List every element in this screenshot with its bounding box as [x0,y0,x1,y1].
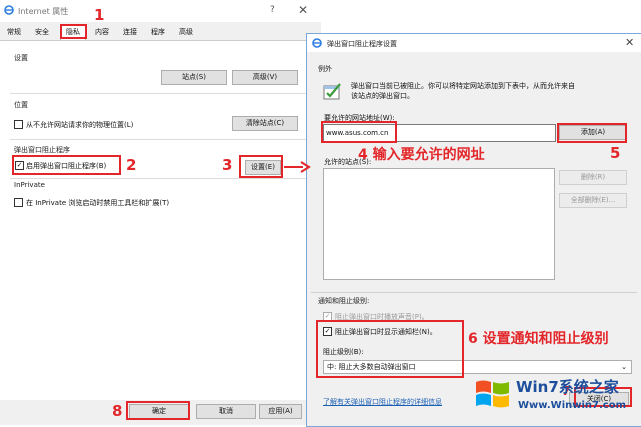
location-checkbox-label: 从不允许网站请求你的物理位置(L) [26,121,134,129]
step-1-label: 1 [94,6,105,24]
close-icon[interactable]: ✕ [625,36,634,49]
window-title: 弹出窗口阻止程序设置 [327,40,397,48]
tab-content[interactable]: 内容 [92,26,112,39]
highlight-address-input [321,121,397,143]
tab-general[interactable]: 常规 [4,26,24,39]
allowed-sites-list[interactable] [323,168,555,280]
title-bar: 弹出窗口阻止程序设置 ✕ [307,34,641,52]
inprivate-checkbox[interactable] [14,198,23,207]
watermark-brand: Win7系统之家 [516,378,619,396]
remove-all-button[interactable]: 全部删除(E)... [559,193,627,208]
highlight-notification-settings [316,320,464,378]
cancel-button[interactable]: 取消 [196,404,256,419]
highlight-add-button [557,123,627,143]
step-6-note: 6 设置通知和阻止级别 [468,331,609,347]
tab-advanced[interactable]: 高级 [176,26,196,39]
step-5-label: 5 [610,144,621,162]
close-icon[interactable]: ✕ [298,3,308,17]
sites-button[interactable]: 站点(S) [161,70,227,85]
step-4-note: 4 输入要允许的网址 [358,147,485,163]
internet-explorer-icon [312,38,322,48]
tab-strip: 常规 安全 隐私 内容 连接 程序 高级 [0,25,321,41]
advanced-button[interactable]: 高级(V) [232,70,298,85]
clear-sites-button[interactable]: 清除站点(C) [232,116,298,131]
step-2-label: 2 [126,156,137,174]
learn-more-link[interactable]: 了解有关弹出窗口阻止程序的详细信息 [323,397,442,407]
popup-section-title: 弹出窗口阻止程序 [14,146,70,154]
tab-programs[interactable]: 程序 [148,26,168,39]
inprivate-checkbox-label: 在 InPrivate 浏览启动时禁用工具栏和扩展(T) [26,199,170,207]
divider [10,178,310,179]
divider [10,139,310,140]
site-watermark: Win7系统之家 Www.Winwin7.com [472,370,638,422]
internet-explorer-icon [4,5,14,15]
step-3-label: 3 [222,156,233,174]
divider [311,292,637,293]
apply-button[interactable]: 应用(A) [259,404,302,419]
notification-section-title: 通知和阻止级别: [318,297,370,305]
exceptions-description-line2: 该站点的弹出窗口。 [351,92,414,100]
watermark-url: Www.Winwin7.com [518,400,627,411]
title-bar: Internet 属性 ? ✕ [0,0,321,22]
inprivate-section-title: InPrivate [14,181,45,189]
internet-options-dialog: Internet 属性 ? ✕ 常规 安全 隐私 内容 连接 程序 高级 设置 … [0,0,321,425]
settings-section-title: 设置 [14,54,28,62]
highlight-ok-button [126,401,190,420]
allowed-popup-icon [323,83,341,100]
remove-button[interactable]: 删除(R) [559,170,627,185]
step-8-label: 8 [112,402,123,420]
windows-logo-icon [476,380,509,408]
divider [10,93,310,94]
location-section-title: 位置 [14,101,28,109]
tab-security[interactable]: 安全 [32,26,52,39]
tab-connections[interactable]: 连接 [120,26,140,39]
highlight-privacy-tab [60,24,87,39]
exceptions-title: 例外 [318,65,332,73]
arrow-right-icon [284,161,311,173]
location-checkbox[interactable] [14,120,23,129]
privacy-panel: 设置 站点(S) 高级(V) 位置 从不允许网站请求你的物理位置(L) 清除站点… [0,40,321,401]
highlight-settings-button [239,155,283,178]
help-button[interactable]: ? [270,5,275,15]
exceptions-description-line1: 弹出窗口当前已被阻止。你可以将特定网站添加到下表中，从而允许来自 [351,82,575,90]
highlight-popup-checkbox [12,155,121,175]
window-title: Internet 属性 [18,7,69,16]
